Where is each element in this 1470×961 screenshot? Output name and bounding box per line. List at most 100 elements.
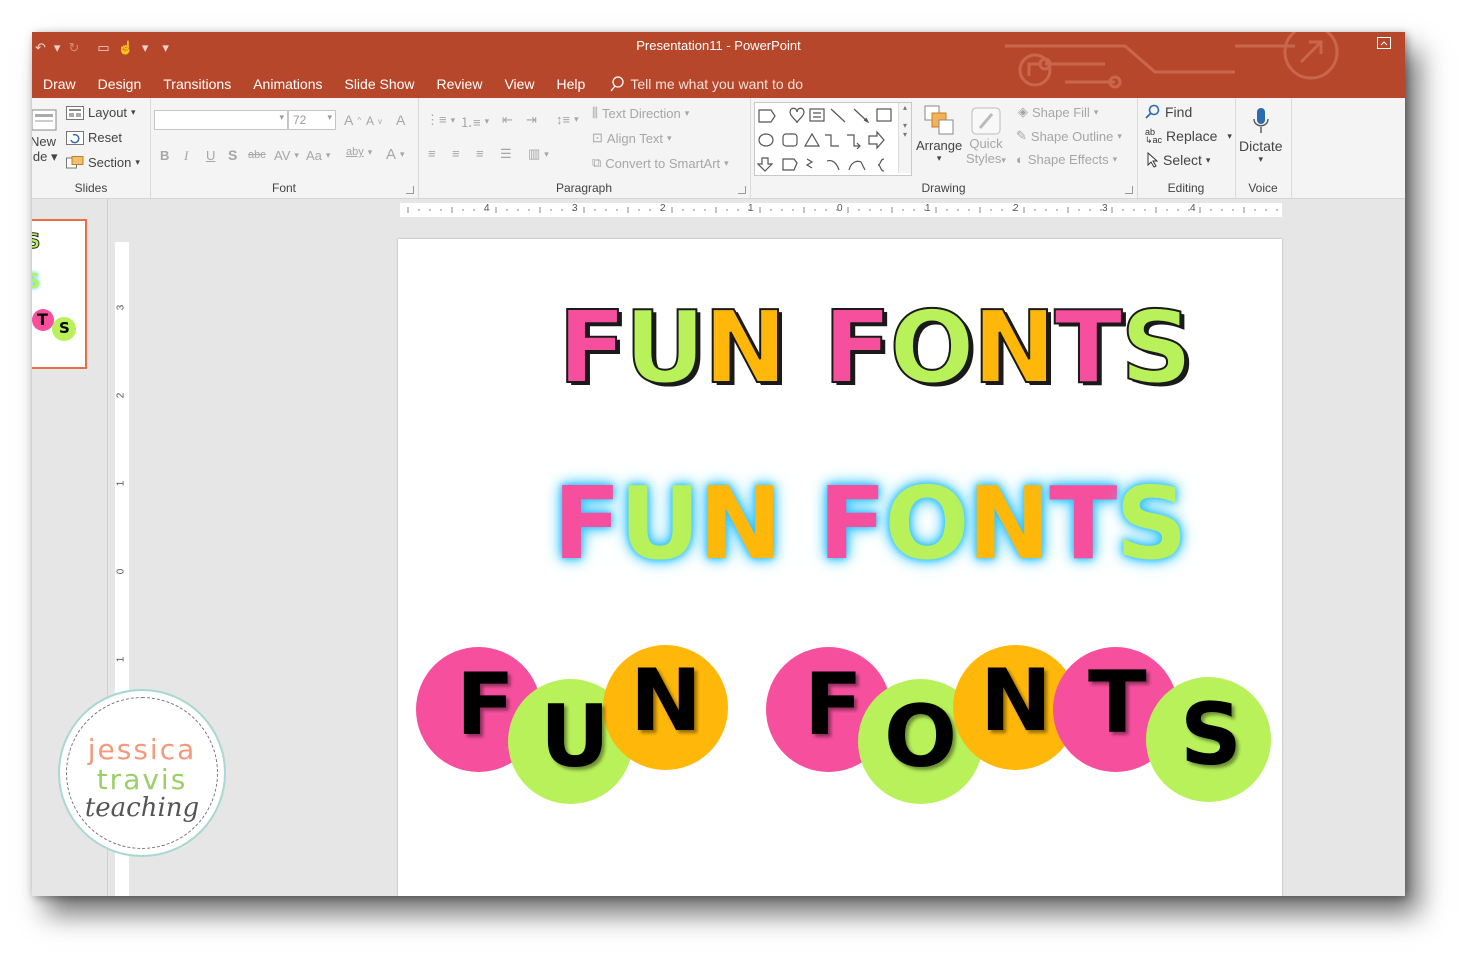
shape-fill-button[interactable]: ◈ Shape Fill ▾ (1018, 104, 1098, 120)
cursor-icon (1147, 152, 1159, 168)
align-right-button[interactable]: ≡ (476, 146, 484, 161)
replace-button[interactable]: ab ↳ac Replace ▾ (1145, 128, 1232, 145)
line-spacing-button[interactable]: ↕≡ ▾ (556, 112, 579, 127)
section-button[interactable]: Section ▾ (66, 155, 140, 170)
align-left-button[interactable]: ≡ (428, 146, 436, 161)
group-drawing: ▴ ▾ ▾ Arrange ▾ Quick Styles▾ ◈ Shape Fill ▾… (750, 98, 1138, 198)
quick-styles-icon (971, 107, 1001, 135)
letter: T (1053, 288, 1123, 407)
grow-font-button[interactable]: A ^ (344, 112, 361, 128)
tab-slide-show[interactable]: Slide Show (333, 76, 425, 92)
vruler-label-2: 1 (115, 480, 127, 487)
shrink-font-button[interactable]: Av (366, 114, 382, 128)
select-button[interactable]: Select ▾ (1147, 152, 1210, 168)
title-bar: ↶ ▾ ↻ ▭ ☝ ▾ ▾ Presentation11 - PowerPoin… (32, 32, 1405, 98)
shapes-gallery[interactable]: ▴ ▾ ▾ (754, 102, 912, 176)
thumb-letter-s: S (59, 319, 70, 337)
slides-group-label: Slides (74, 181, 108, 195)
horizontal-ruler[interactable]: 4 3 2 1 0 1 2 3 4 (400, 203, 1282, 217)
circle-letter-s: S (1180, 685, 1242, 785)
font-size-field[interactable]: 72 ▾ (288, 110, 336, 130)
tab-draw[interactable]: Draw (32, 76, 87, 92)
letter: F (557, 288, 627, 407)
tab-help[interactable]: Help (546, 76, 597, 92)
text-direction-button[interactable]: ⫼ Text Direction ▾ (592, 105, 689, 121)
quick-styles-label-2: Styles▾ (966, 151, 1006, 166)
shape-effects-icon: ◐ (1016, 152, 1024, 167)
layout-button[interactable]: Layout ▾ (66, 105, 136, 120)
microphone-icon (1253, 108, 1269, 133)
layout-icon (66, 105, 84, 120)
justify-button[interactable]: ☰ (500, 146, 512, 162)
group-voice: Dictate ▾ Voice (1235, 98, 1292, 198)
new-slide-button[interactable]: New ide ▾ (32, 106, 58, 165)
slide-canvas[interactable]: FUN FONTS FUN FONTS F U N F O N T S (398, 239, 1282, 896)
letter: U (619, 465, 700, 582)
decrease-indent-button[interactable]: ⇤ (502, 112, 513, 128)
hruler-label-7: 3 (1102, 203, 1108, 214)
italic-button[interactable]: I (184, 148, 188, 164)
text-shadow-button[interactable]: S (228, 147, 237, 163)
columns-button[interactable]: ▥ ▾ (528, 146, 549, 162)
tab-transitions[interactable]: Transitions (152, 76, 242, 92)
tab-animations[interactable]: Animations (242, 76, 333, 92)
font-name-field[interactable]: ▾ (154, 110, 288, 130)
shapes-scroll[interactable]: ▴ ▾ ▾ (898, 103, 911, 173)
title-outlined[interactable]: FUN FONTS (557, 288, 1194, 407)
clear-formatting-button[interactable]: A (396, 112, 405, 128)
find-button[interactable]: Find (1145, 104, 1192, 120)
strikethrough-button[interactable]: abc (248, 149, 266, 161)
circle-letter-n: N (630, 651, 702, 751)
tab-design[interactable]: Design (87, 76, 153, 92)
letter: S (1119, 288, 1193, 407)
section-label: Section (88, 155, 132, 170)
new-slide-label-2: ide ▾ (32, 149, 58, 164)
thumb-line-2: S (32, 269, 40, 293)
numbering-button[interactable]: ⒈≡ ▾ (460, 112, 489, 131)
slide-thumbnail-1[interactable]: S S T S (32, 219, 87, 369)
group-font: ▾ 72 ▾ A ^ Av A B I U S abc AV ▾ Aa ▾ aby ▾ A… (150, 98, 419, 198)
smartart-icon: ⧉ (592, 155, 602, 170)
title-circles[interactable]: F U N F O N T S (398, 639, 1282, 839)
hruler-label-0: 4 (484, 203, 490, 214)
align-center-button[interactable]: ≡ (452, 146, 460, 161)
drawing-dialog-launcher[interactable] (1125, 186, 1133, 194)
title-glow[interactable]: FUN FONTS (553, 465, 1188, 582)
dictate-label: Dictate (1239, 138, 1283, 154)
tab-view[interactable]: View (493, 76, 545, 92)
quick-styles-label-1: Quick (969, 136, 1003, 151)
align-text-button[interactable]: ⊡ Align Text ▾ (592, 130, 672, 146)
highlight-button[interactable]: aby ▾ (346, 146, 372, 158)
change-case-button[interactable]: Aa ▾ (306, 148, 330, 163)
vruler-label-1: 2 (115, 392, 127, 399)
layout-label: Layout (88, 105, 128, 120)
arrange-button[interactable]: Arrange ▾ (916, 104, 962, 164)
reset-button[interactable]: Reset (66, 130, 122, 145)
paragraph-group-label: Paragraph (555, 181, 613, 195)
convert-smartart-button[interactable]: ⧉ Convert to SmartArt ▾ (592, 155, 729, 171)
dictate-button[interactable]: Dictate ▾ (1239, 106, 1283, 165)
bullets-button[interactable]: ⋮≡ ▾ (426, 112, 455, 128)
font-color-button[interactable]: A ▾ (386, 146, 405, 163)
reset-label: Reset (88, 130, 122, 145)
font-dialog-launcher[interactable] (406, 186, 414, 194)
bold-button[interactable]: B (160, 148, 169, 163)
letter: U (623, 288, 706, 407)
hruler-label-2: 2 (660, 203, 666, 214)
letter: F (553, 465, 621, 582)
paragraph-dialog-launcher[interactable] (738, 186, 746, 194)
tell-me-search[interactable]: Tell me what you want to do (610, 76, 803, 92)
character-spacing-button[interactable]: AV ▾ (274, 148, 299, 163)
letter: N (698, 465, 783, 582)
ribbon-display-options-icon[interactable] (1377, 37, 1391, 52)
shape-effects-button[interactable]: ◐ Shape Effects ▾ (1016, 152, 1117, 167)
quick-styles-button[interactable]: Quick Styles▾ (966, 104, 1006, 166)
group-slides: New ide ▾ Layout▾ Reset Section▾ Slides (32, 98, 151, 198)
underline-button[interactable]: U (206, 148, 215, 163)
arrange-label: Arrange (916, 138, 963, 153)
letter: F (822, 288, 892, 407)
circle-letter-t: T (1088, 653, 1147, 753)
increase-indent-button[interactable]: ⇥ (526, 112, 537, 128)
tab-review[interactable]: Review (426, 76, 494, 92)
shape-outline-button[interactable]: ✎ Shape Outline ▾ (1016, 128, 1122, 144)
